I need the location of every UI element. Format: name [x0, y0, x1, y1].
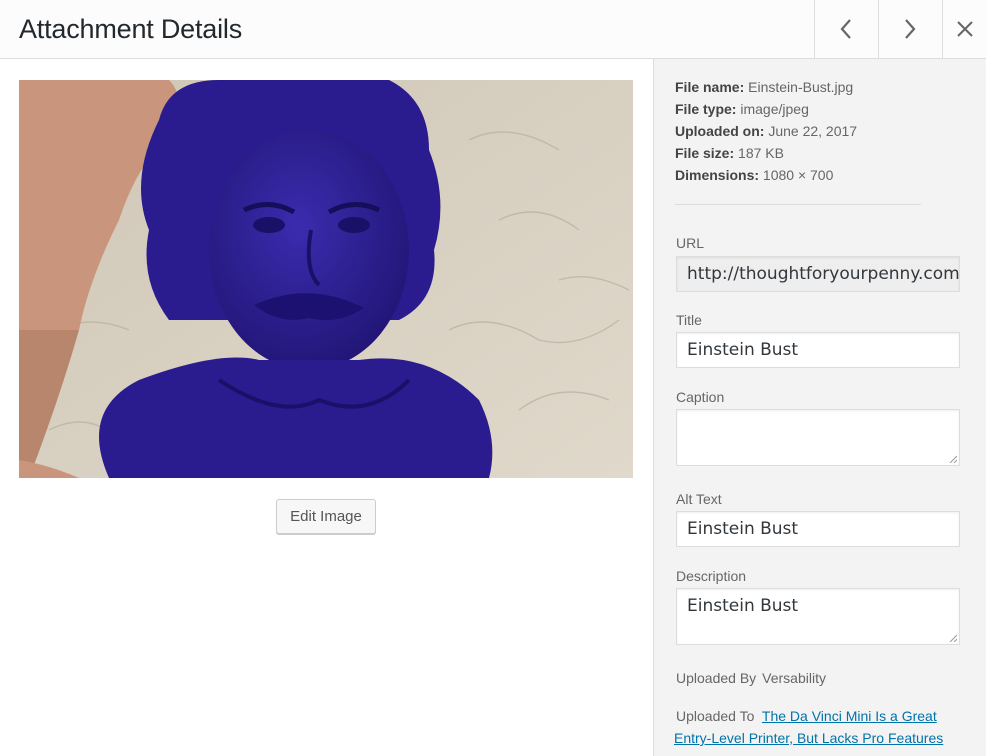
uploaded-to-label: Uploaded To: [676, 708, 755, 724]
dimensions-label: Dimensions:: [675, 167, 760, 183]
uploaded-by: Uploaded By Versability: [676, 670, 826, 686]
uploaded-to: Uploaded To The Da Vinci Mini Is a Great…: [674, 705, 974, 749]
chevron-left-icon: [840, 19, 851, 39]
attachment-image: [19, 80, 633, 478]
caption-label: Caption: [676, 389, 725, 405]
file-size-row: File size: 187 KB: [675, 142, 857, 164]
close-button[interactable]: [942, 0, 986, 58]
attachment-details-pane: File name: Einstein-Bust.jpg File type: …: [653, 59, 986, 756]
alt-text-label: Alt Text: [676, 491, 722, 507]
file-name-row: File name: Einstein-Bust.jpg: [675, 76, 857, 98]
description-label: Description: [676, 568, 747, 584]
url-field[interactable]: http://thoughtforyourpenny.com: [676, 256, 960, 292]
einstein-bust-photo: [19, 80, 633, 478]
resize-grip-icon[interactable]: [949, 634, 957, 642]
caption-field[interactable]: [676, 409, 960, 466]
uploaded-on-value: June 22, 2017: [768, 123, 858, 139]
file-type-label: File type:: [675, 101, 737, 117]
title-label: Title: [676, 312, 702, 328]
next-button[interactable]: [878, 0, 941, 58]
close-icon: [956, 21, 973, 37]
uploaded-on-row: Uploaded on: June 22, 2017: [675, 120, 857, 142]
page-title: Attachment Details: [19, 14, 242, 44]
title-field[interactable]: Einstein Bust: [676, 332, 960, 368]
modal-header: Attachment Details: [0, 0, 986, 59]
alt-text-field[interactable]: Einstein Bust: [676, 511, 960, 547]
file-name-label: File name:: [675, 79, 745, 95]
divider: [675, 204, 921, 205]
dimensions-value: 1080 × 700: [762, 167, 834, 183]
file-name-value: Einstein-Bust.jpg: [748, 79, 854, 95]
file-type-row: File type: image/jpeg: [675, 98, 857, 120]
uploaded-by-value: Versability: [762, 670, 826, 686]
previous-button[interactable]: [814, 0, 877, 58]
edit-image-button[interactable]: Edit Image: [276, 499, 376, 534]
uploaded-by-label: Uploaded By: [676, 670, 757, 686]
dimensions-row: Dimensions: 1080 × 700: [675, 164, 857, 186]
description-field[interactable]: Einstein Bust: [676, 588, 960, 645]
uploaded-on-label: Uploaded on:: [675, 123, 765, 139]
url-label: URL: [676, 235, 705, 251]
media-pane: Edit Image: [0, 59, 653, 756]
resize-grip-icon[interactable]: [949, 455, 957, 463]
file-metadata: File name: Einstein-Bust.jpg File type: …: [675, 76, 857, 186]
chevron-right-icon: [905, 19, 916, 39]
description-text: Einstein Bust: [687, 596, 799, 616]
file-size-label: File size:: [675, 145, 735, 161]
file-size-value: 187 KB: [738, 145, 784, 161]
file-type-value: image/jpeg: [740, 101, 809, 117]
